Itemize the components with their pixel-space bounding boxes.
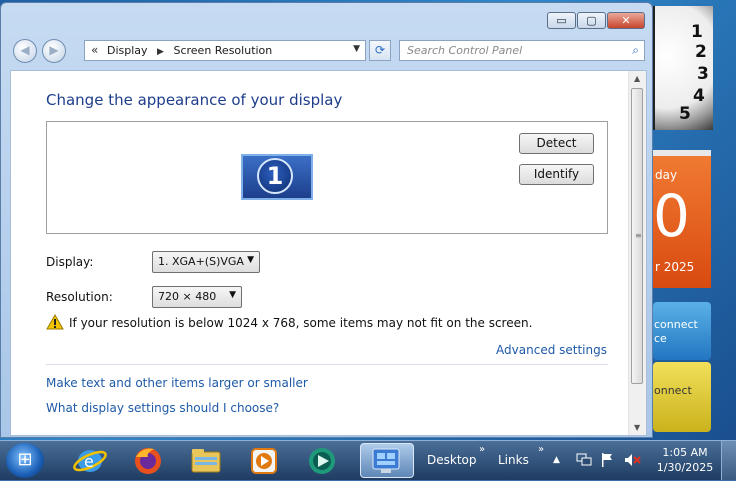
close-icon: ✕ — [621, 14, 631, 27]
explorer-icon — [191, 449, 221, 473]
calendar-gadget[interactable]: day 0 r 2025 — [653, 150, 711, 288]
divider — [46, 364, 608, 365]
svg-text:e: e — [84, 452, 94, 471]
show-hidden-icons-icon[interactable]: ▲ — [553, 455, 560, 465]
action-center-flag-icon[interactable] — [600, 452, 614, 468]
clock-number-2: 2 — [695, 42, 707, 62]
refresh-button[interactable]: ⟳ — [369, 40, 391, 61]
volume-muted-icon[interactable] — [624, 453, 642, 467]
clock-gadget[interactable]: 1 2 3 4 5 — [653, 6, 713, 130]
connect-gadget-2[interactable]: onnect — [653, 362, 711, 432]
search-input[interactable]: Search Control Panel ⌕ — [399, 40, 645, 61]
resolution-select-value: 720 × 480 — [158, 290, 217, 303]
taskbar-media-center[interactable] — [302, 443, 342, 478]
connect-gadget-line1: connect — [654, 318, 698, 331]
clock-time: 1:05 AM — [662, 446, 708, 459]
maximize-button[interactable]: ▢ — [577, 12, 606, 29]
back-arrow-icon: ◀ — [20, 43, 30, 57]
calendar-day: day — [655, 168, 678, 182]
connect-gadget-line2: ce — [654, 332, 667, 345]
text-size-link[interactable]: Make text and other items larger or smal… — [46, 376, 308, 390]
clock-date: 1/30/2025 — [656, 461, 714, 474]
vertical-scrollbar[interactable]: ▲ ≡ ▼ — [628, 71, 646, 435]
breadcrumb-overflow-icon[interactable]: « — [91, 43, 98, 57]
warning-icon — [46, 314, 64, 330]
forward-arrow-icon: ▶ — [49, 43, 59, 57]
taskbar-control-panel[interactable] — [360, 443, 414, 478]
chevron-down-icon: ▼ — [247, 255, 254, 265]
clock-number-3: 3 — [697, 64, 709, 84]
desktop-toolbar-chevron-icon[interactable]: » — [479, 444, 485, 455]
desktop-toolbar-label[interactable]: Desktop — [427, 453, 477, 467]
monitor-1-icon[interactable]: 1 — [241, 154, 313, 200]
monitor-number: 1 — [257, 158, 293, 194]
page-title: Change the appearance of your display — [46, 91, 343, 109]
display-settings-help-link[interactable]: What display settings should I choose? — [46, 401, 279, 415]
back-button[interactable]: ◀ — [13, 39, 37, 63]
show-desktop-button[interactable] — [721, 441, 736, 480]
resolution-label: Resolution: — [46, 290, 113, 304]
scroll-grip-icon: ≡ — [635, 231, 642, 240]
clock-number-1: 1 — [691, 22, 703, 42]
breadcrumb-separator-icon[interactable]: ▶ — [157, 47, 164, 57]
network-icon[interactable] — [576, 453, 592, 467]
scroll-down-icon[interactable]: ▼ — [634, 423, 640, 432]
resolution-select[interactable]: 720 × 480 ▼ — [152, 286, 242, 308]
screen-resolution-window: ▭ ▢ ✕ ◀ ▶ « Display ▶ Screen Resolution … — [0, 2, 653, 438]
maximize-icon: ▢ — [586, 14, 597, 27]
close-button[interactable]: ✕ — [607, 12, 645, 29]
taskbar-firefox[interactable] — [128, 443, 168, 478]
taskbar: ⊞ e Desktop » Links » ▲ 1:05 AM 1/30/202… — [0, 440, 736, 480]
connect-gadget-2-line1: onnect — [654, 384, 692, 397]
taskbar-media-player[interactable] — [244, 443, 284, 478]
display-select[interactable]: 1. XGA+(S)VGA ▼ — [152, 251, 260, 273]
windows-logo-icon: ⊞ — [17, 449, 33, 470]
media-player-icon — [251, 448, 277, 474]
advanced-settings-link[interactable]: Advanced settings — [496, 343, 607, 357]
resolution-warning-text: If your resolution is below 1024 x 768, … — [69, 316, 533, 330]
chevron-down-icon: ▼ — [229, 290, 236, 300]
minimize-icon: ▭ — [556, 14, 567, 27]
search-placeholder: Search Control Panel — [407, 44, 523, 57]
content-pane: Change the appearance of your display 1 … — [10, 70, 647, 436]
system-clock[interactable]: 1:05 AM 1/30/2025 — [652, 445, 718, 475]
identify-button[interactable]: Identify — [519, 164, 594, 185]
calendar-date: 0 — [653, 182, 690, 250]
firefox-icon — [135, 448, 161, 474]
start-button[interactable]: ⊞ — [6, 443, 44, 478]
media-center-icon — [309, 448, 335, 474]
control-panel-icon — [372, 448, 400, 473]
clock-number-4: 4 — [693, 86, 705, 106]
search-icon[interactable]: ⌕ — [632, 43, 639, 58]
refresh-icon: ⟳ — [374, 43, 386, 57]
scroll-thumb[interactable]: ≡ — [631, 88, 643, 384]
connect-gadget[interactable]: connect ce — [653, 302, 711, 360]
ie-icon: e — [73, 450, 107, 472]
breadcrumb-screen-resolution[interactable]: Screen Resolution — [173, 44, 272, 57]
forward-button[interactable]: ▶ — [42, 39, 66, 63]
address-bar[interactable]: « Display ▶ Screen Resolution ▼ — [84, 40, 366, 61]
scroll-up-icon[interactable]: ▲ — [634, 74, 640, 83]
taskbar-ie[interactable]: e — [70, 443, 110, 478]
breadcrumb: Display ▶ Screen Resolution — [107, 44, 278, 57]
address-dropdown-icon[interactable]: ▼ — [353, 44, 360, 54]
calendar-year: r 2025 — [655, 260, 695, 274]
display-label: Display: — [46, 255, 94, 269]
breadcrumb-display[interactable]: Display — [107, 44, 148, 57]
links-toolbar-label[interactable]: Links — [498, 453, 529, 467]
links-toolbar-chevron-icon[interactable]: » — [538, 444, 544, 455]
clock-number-5: 5 — [679, 104, 691, 124]
display-select-value: 1. XGA+(S)VGA — [158, 255, 244, 268]
minimize-button[interactable]: ▭ — [547, 12, 576, 29]
display-preview-area: 1 Detect Identify — [46, 121, 608, 234]
taskbar-explorer[interactable] — [186, 443, 226, 478]
detect-button[interactable]: Detect — [519, 133, 594, 154]
